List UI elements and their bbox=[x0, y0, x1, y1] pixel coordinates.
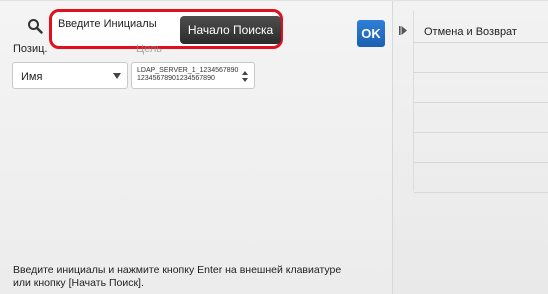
action-menu-item[interactable] bbox=[414, 73, 548, 103]
destination-select-value: LDAP_SERVER_1_1234567890 123456789012345… bbox=[137, 67, 238, 83]
destination-label: Цель bbox=[136, 43, 163, 55]
cancel-return-label: Отмена и Возврат bbox=[424, 26, 517, 38]
destination-value-line2: 12345678901234567890 bbox=[137, 75, 215, 82]
up-down-arrows-icon bbox=[242, 71, 248, 82]
collapse-arrow-icon bbox=[399, 26, 407, 35]
destination-select[interactable]: LDAP_SERVER_1_1234567890 123456789012345… bbox=[131, 62, 255, 89]
action-menu-item[interactable] bbox=[414, 43, 548, 73]
position-label: Позиц. bbox=[13, 43, 48, 55]
search-button[interactable] bbox=[20, 11, 50, 41]
dropdown-arrow-icon bbox=[113, 73, 121, 79]
start-search-button[interactable]: Начало Поиска bbox=[180, 16, 281, 44]
instruction-text: Введите инициалы и нажмите кнопку Enter … bbox=[13, 264, 342, 289]
action-menu-item[interactable] bbox=[414, 133, 548, 163]
address-search-screen: Введите Инициалы Начало Поиска Позиц. Це… bbox=[0, 0, 548, 294]
initials-input[interactable]: Введите Инициалы Начало Поиска bbox=[49, 9, 283, 49]
action-menu-item[interactable] bbox=[414, 103, 548, 133]
search-icon bbox=[28, 19, 43, 34]
action-menu-item[interactable] bbox=[414, 163, 548, 193]
ok-button[interactable]: OK bbox=[357, 20, 385, 47]
cancel-return-button[interactable]: Отмена и Возврат bbox=[414, 13, 548, 43]
initials-input-placeholder: Введите Инициалы bbox=[58, 18, 157, 30]
destination-value-line1: LDAP_SERVER_1_1234567890 bbox=[137, 67, 239, 74]
position-select[interactable]: Имя bbox=[12, 62, 128, 89]
panel-collapse-tab[interactable] bbox=[393, 1, 413, 294]
position-select-value: Имя bbox=[21, 71, 43, 83]
